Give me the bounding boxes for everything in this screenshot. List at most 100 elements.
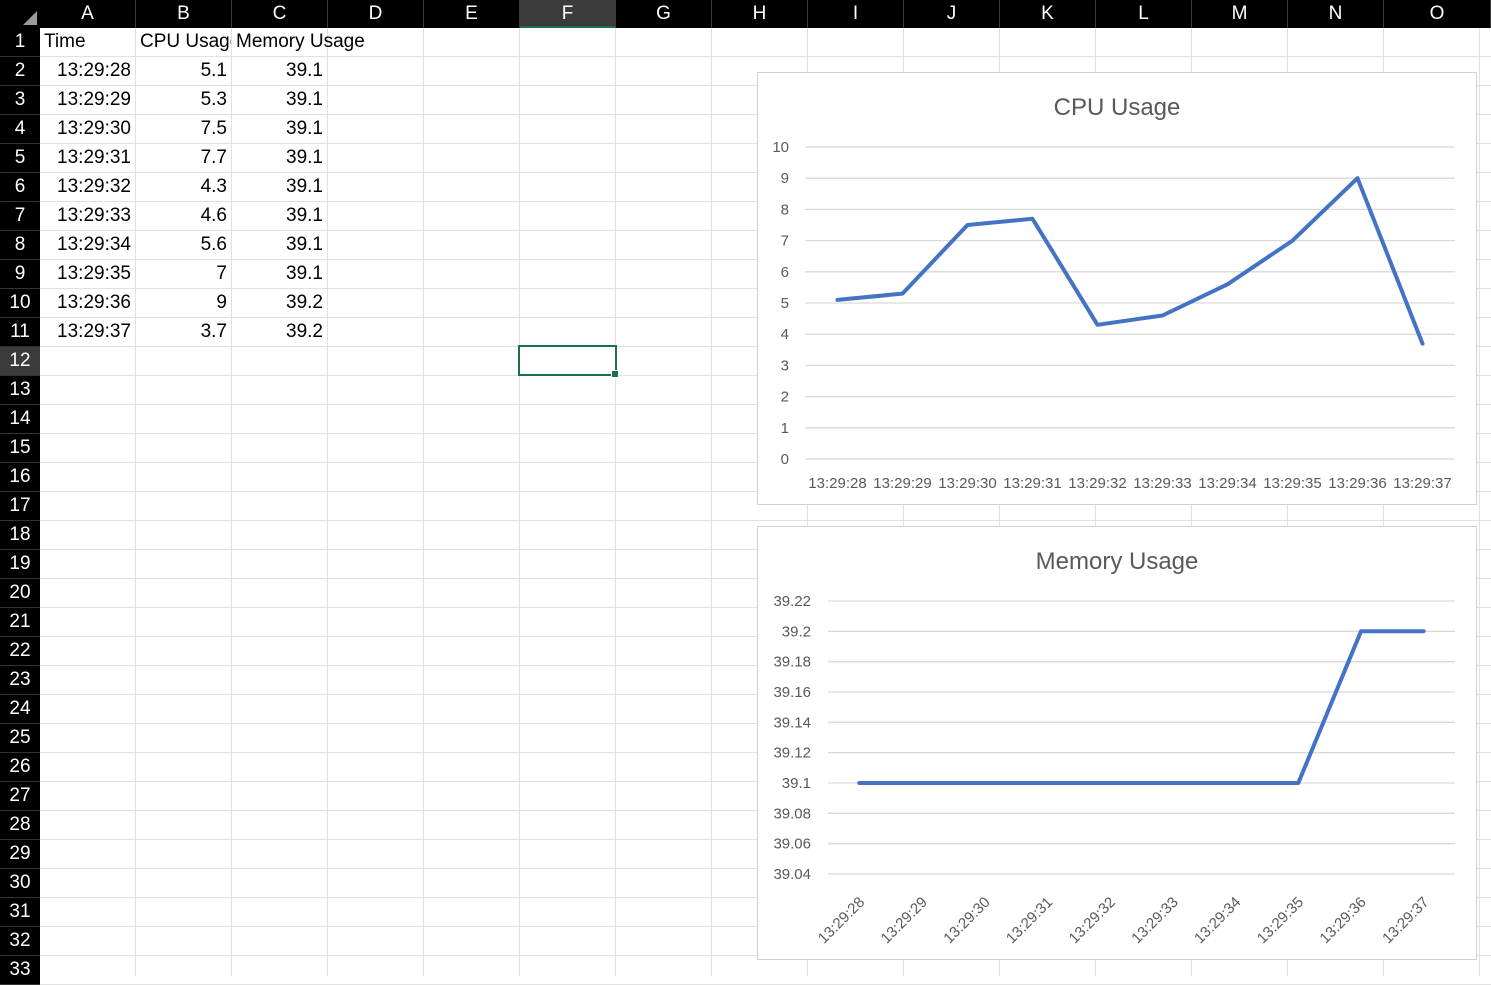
column-header-b[interactable]: B xyxy=(136,0,232,28)
row-header-25[interactable]: 25 xyxy=(0,724,40,753)
cell-time[interactable]: 13:29:28 xyxy=(40,57,135,85)
row-header-31[interactable]: 31 xyxy=(0,898,40,927)
cell-memory[interactable]: 39.1 xyxy=(232,231,327,259)
y-tick-label: 39.08 xyxy=(773,805,811,822)
active-cell-selection[interactable] xyxy=(518,345,619,378)
cell-memory[interactable]: 39.1 xyxy=(232,173,327,201)
row-header-9[interactable]: 9 xyxy=(0,260,40,289)
column-header-k[interactable]: K xyxy=(1000,0,1096,28)
cell-cpu[interactable]: 5.6 xyxy=(136,231,231,259)
cell-time[interactable]: 13:29:29 xyxy=(40,86,135,114)
column-gridline xyxy=(327,28,328,976)
row-header-8[interactable]: 8 xyxy=(0,231,40,260)
row-header-2[interactable]: 2 xyxy=(0,57,40,86)
column-header-a[interactable]: A xyxy=(40,0,136,28)
row-header-33[interactable]: 33 xyxy=(0,956,40,985)
select-all-corner[interactable] xyxy=(0,0,40,28)
row-header-23[interactable]: 23 xyxy=(0,666,40,695)
row-header-6[interactable]: 6 xyxy=(0,173,40,202)
row-header-14[interactable]: 14 xyxy=(0,405,40,434)
row-header-29[interactable]: 29 xyxy=(0,840,40,869)
column-header-h[interactable]: H xyxy=(712,0,808,28)
row-header-17[interactable]: 17 xyxy=(0,492,40,521)
cell-memory[interactable]: 39.1 xyxy=(232,86,327,114)
cell-cpu[interactable]: 7.7 xyxy=(136,144,231,172)
cell-memory[interactable]: 39.1 xyxy=(232,57,327,85)
row-header-12[interactable]: 12 xyxy=(0,347,40,376)
fill-handle[interactable] xyxy=(611,370,619,378)
column-header-g[interactable]: G xyxy=(616,0,712,28)
cell-cpu[interactable]: 5.3 xyxy=(136,86,231,114)
row-header-1[interactable]: 1 xyxy=(0,28,40,57)
y-tick-label: 39.2 xyxy=(782,623,811,640)
column-header-o[interactable]: O xyxy=(1384,0,1491,28)
row-header-4[interactable]: 4 xyxy=(0,115,40,144)
cell-memory[interactable]: 39.1 xyxy=(232,202,327,230)
column-gridline xyxy=(423,28,424,976)
cell-cpu[interactable]: 4.3 xyxy=(136,173,231,201)
column-header-n[interactable]: N xyxy=(1288,0,1384,28)
series-line[interactable] xyxy=(835,176,1425,346)
x-tick-label: 13:29:37 xyxy=(1393,475,1451,492)
row-header-32[interactable]: 32 xyxy=(0,927,40,956)
cell-cpu[interactable]: 7 xyxy=(136,260,231,288)
row-header-16[interactable]: 16 xyxy=(0,463,40,492)
column-header-e[interactable]: E xyxy=(424,0,520,28)
x-tick-label: 13:29:37 xyxy=(1379,894,1432,947)
cell-b1-header-cpu[interactable]: CPU Usage xyxy=(136,28,231,56)
cell-a1-header-time[interactable]: Time xyxy=(40,28,135,56)
row-header-3[interactable]: 3 xyxy=(0,86,40,115)
row-header-19[interactable]: 19 xyxy=(0,550,40,579)
cell-time[interactable]: 13:29:32 xyxy=(40,173,135,201)
cpu-usage-chart[interactable]: CPU Usage 0 1 2 3 4 5 6 7 8 9 10 13:29:28 13:29:29 13:… xyxy=(757,72,1477,505)
cell-memory[interactable]: 39.2 xyxy=(232,289,327,317)
column-header-f[interactable]: F xyxy=(520,0,616,28)
column-header-i[interactable]: I xyxy=(808,0,904,28)
cell-memory[interactable]: 39.1 xyxy=(232,144,327,172)
row-header-26[interactable]: 26 xyxy=(0,753,40,782)
cell-cpu[interactable]: 4.6 xyxy=(136,202,231,230)
row-header-5[interactable]: 5 xyxy=(0,144,40,173)
row-header-11[interactable]: 11 xyxy=(0,318,40,347)
cell-cpu[interactable]: 7.5 xyxy=(136,115,231,143)
cell-memory[interactable]: 39.2 xyxy=(232,318,327,346)
cell-time[interactable]: 13:29:35 xyxy=(40,260,135,288)
cell-memory[interactable]: 39.1 xyxy=(232,260,327,288)
column-header-l[interactable]: L xyxy=(1096,0,1192,28)
cell-cpu[interactable]: 9 xyxy=(136,289,231,317)
column-header-d[interactable]: D xyxy=(328,0,424,28)
row-header-20[interactable]: 20 xyxy=(0,579,40,608)
chart-title[interactable]: CPU Usage xyxy=(1054,94,1181,121)
row-header-13[interactable]: 13 xyxy=(0,376,40,405)
cell-memory[interactable]: 39.1 xyxy=(232,115,327,143)
series-line[interactable] xyxy=(857,629,1426,785)
cell-cpu[interactable]: 5.1 xyxy=(136,57,231,85)
cell-time[interactable]: 13:29:31 xyxy=(40,144,135,172)
spreadsheet-grid[interactable]: ABCDEFGHIJKLMNO 1 2 3 4 5 6 7 8 9 10 11 12 13 14 15 16 1… xyxy=(0,0,1491,985)
row-header-10[interactable]: 10 xyxy=(0,289,40,318)
row-header-18[interactable]: 18 xyxy=(0,521,40,550)
row-header-27[interactable]: 27 xyxy=(0,782,40,811)
cell-c1-header-memory[interactable]: Memory Usage xyxy=(232,28,365,56)
chart-title[interactable]: Memory Usage xyxy=(1036,548,1199,575)
row-header-15[interactable]: 15 xyxy=(0,434,40,463)
cell-time[interactable]: 13:29:34 xyxy=(40,231,135,259)
column-header-m[interactable]: M xyxy=(1192,0,1288,28)
row-header-24[interactable]: 24 xyxy=(0,695,40,724)
cell-cpu[interactable]: 3.7 xyxy=(136,318,231,346)
cell-time[interactable]: 13:29:37 xyxy=(40,318,135,346)
cell-time[interactable]: 13:29:36 xyxy=(40,289,135,317)
x-tick-label: 13:29:32 xyxy=(1068,475,1126,492)
memory-usage-chart[interactable]: Memory Usage 39.04 39.06 39.08 39.1 39.12 39.1… xyxy=(757,526,1477,960)
cell-time[interactable]: 13:29:33 xyxy=(40,202,135,230)
row-header-30[interactable]: 30 xyxy=(0,869,40,898)
row-header-28[interactable]: 28 xyxy=(0,811,40,840)
column-header-j[interactable]: J xyxy=(904,0,1000,28)
row-header-21[interactable]: 21 xyxy=(0,608,40,637)
row-header-22[interactable]: 22 xyxy=(0,637,40,666)
column-header-c[interactable]: C xyxy=(232,0,328,28)
column-gridline xyxy=(711,28,712,976)
cell-time[interactable]: 13:29:30 xyxy=(40,115,135,143)
y-tick-label: 2 xyxy=(781,389,789,406)
row-header-7[interactable]: 7 xyxy=(0,202,40,231)
